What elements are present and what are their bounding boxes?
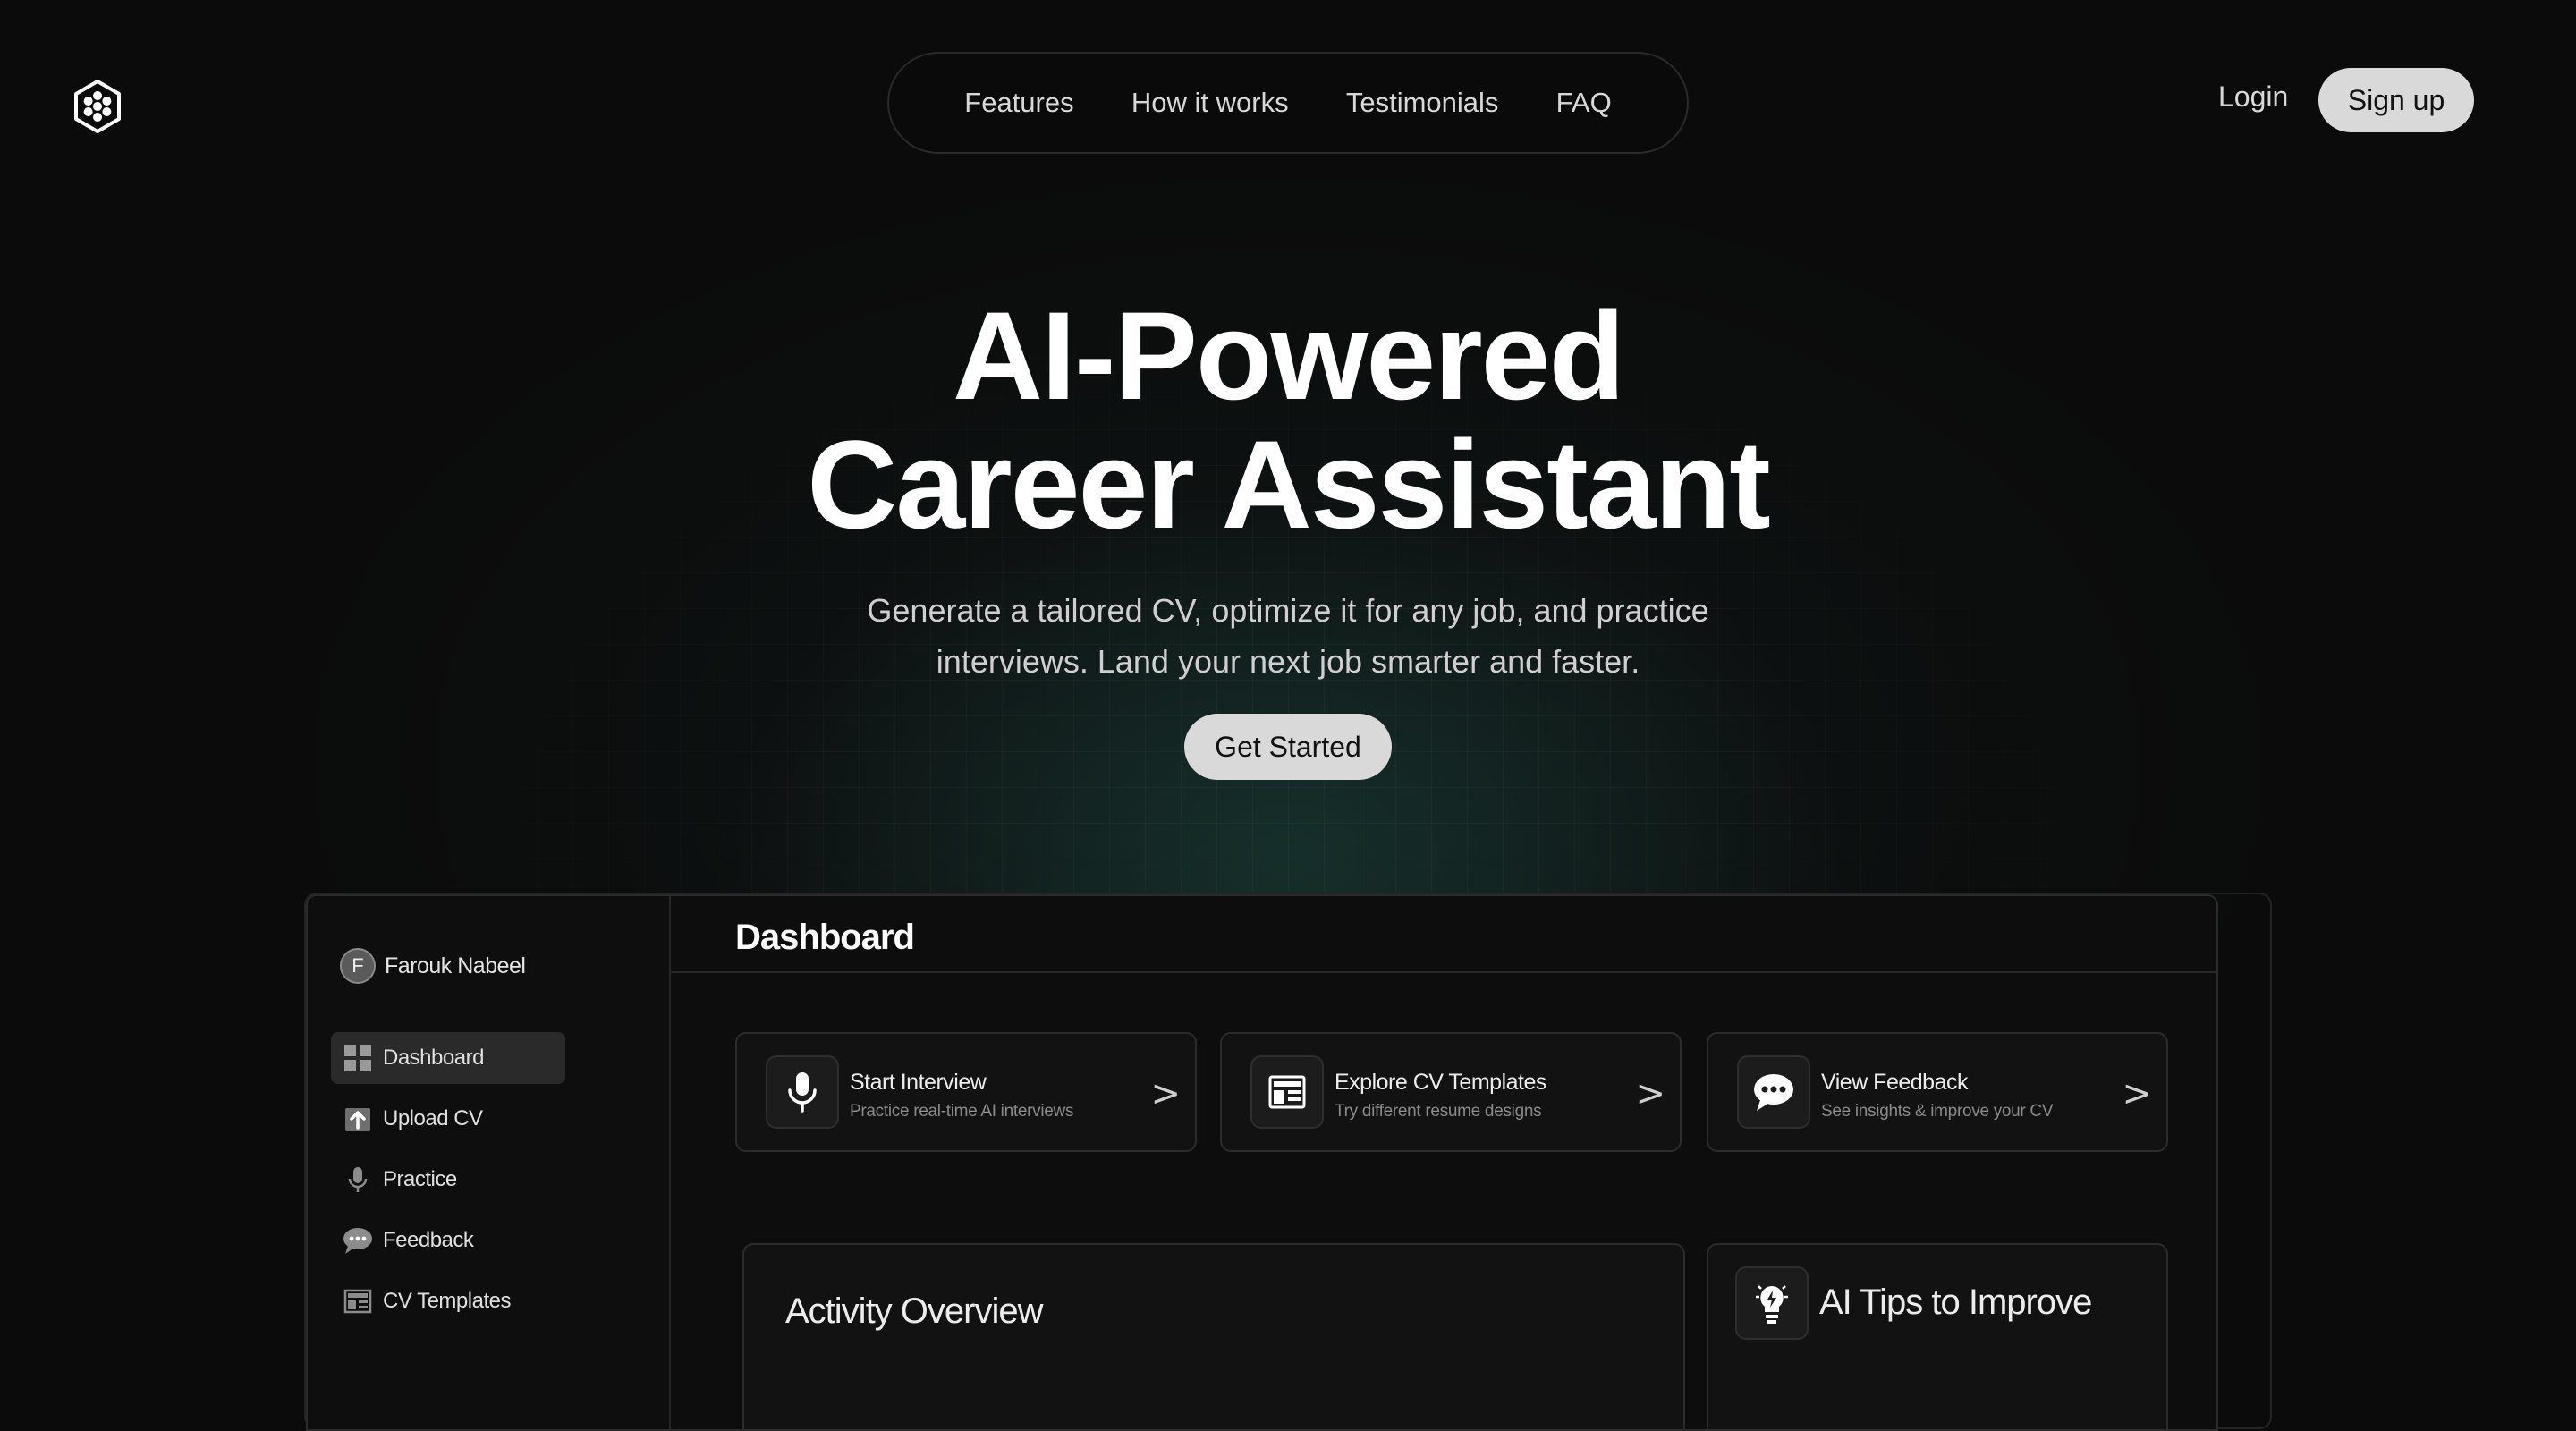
sidebar-item-label: CV Templates <box>383 1289 511 1313</box>
ai-tips-panel: AI Tips to Improve <box>1707 1243 2168 1429</box>
card-description: Try different resume designs <box>1335 1102 1542 1121</box>
card-title: Explore CV Templates <box>1335 1070 1546 1095</box>
sidebar-item-practice[interactable]: Practice <box>331 1154 565 1206</box>
sidebar-item-label: Upload CV <box>383 1106 483 1130</box>
microphone-icon <box>342 1164 374 1196</box>
dashboard-divider <box>669 971 2216 973</box>
sidebar-item-cv-templates[interactable]: CV Templates <box>331 1275 565 1327</box>
login-link[interactable]: Login <box>2218 80 2288 114</box>
activity-overview-title: Activity Overview <box>785 1291 1043 1331</box>
sidebar-item-label: Dashboard <box>383 1046 484 1070</box>
chevron-right-icon: > <box>1635 1073 1665 1114</box>
card-title: View Feedback <box>1821 1070 1968 1095</box>
sidebar-item-label: Feedback <box>383 1228 474 1252</box>
start-interview-card[interactable]: Start Interview Practice real-time AI in… <box>735 1032 1197 1152</box>
chevron-right-icon: > <box>2122 1073 2152 1114</box>
hero-subtitle: Generate a tailored CV, optimize it for … <box>805 585 1771 687</box>
card-description: See insights & improve your CV <box>1821 1102 2054 1121</box>
signup-button[interactable]: Sign up <box>2318 68 2474 132</box>
sidebar-item-feedback[interactable]: Feedback <box>331 1215 565 1266</box>
speech-bubble-icon <box>1737 1055 1810 1129</box>
avatar: F <box>340 948 376 984</box>
chevron-right-icon: > <box>1150 1073 1181 1114</box>
microphone-icon <box>766 1055 839 1129</box>
explore-cv-templates-card[interactable]: Explore CV Templates Try different resum… <box>1220 1032 1682 1152</box>
dashboard-title: Dashboard <box>735 918 915 957</box>
dashboard-preview: F Farouk Nabeel Dashboard Upload CV Prac… <box>306 894 2218 1431</box>
dashboard-sidebar: F Farouk Nabeel Dashboard Upload CV Prac… <box>308 896 671 1429</box>
grid-icon <box>342 1042 374 1074</box>
hero-subtitle-line1: Generate a tailored CV, optimize it for … <box>867 592 1709 629</box>
main-nav: Features How it works Testimonials FAQ <box>887 52 1689 154</box>
hero-title-line2: Career Assistant <box>807 414 1771 555</box>
user-profile[interactable]: F Farouk Nabeel <box>340 948 526 984</box>
ai-tips-title: AI Tips to Improve <box>1819 1283 2092 1322</box>
hero-title-line1: AI-Powered <box>952 285 1625 426</box>
logo-icon[interactable] <box>70 79 125 134</box>
nav-link-testimonials[interactable]: Testimonials <box>1346 87 1499 119</box>
speech-bubble-icon <box>342 1224 374 1257</box>
get-started-button[interactable]: Get Started <box>1184 714 1392 780</box>
nav-link-faq[interactable]: FAQ <box>1556 87 1612 119</box>
nav-link-how-it-works[interactable]: How it works <box>1131 87 1289 119</box>
nav-link-features[interactable]: Features <box>964 87 1073 119</box>
sidebar-item-label: Practice <box>383 1167 457 1191</box>
card-title: Start Interview <box>850 1070 987 1095</box>
user-name: Farouk Nabeel <box>385 953 526 978</box>
template-icon <box>342 1285 374 1317</box>
sidebar-item-dashboard[interactable]: Dashboard <box>331 1032 565 1084</box>
hero-subtitle-line2: interviews. Land your next job smarter a… <box>936 643 1640 680</box>
activity-overview-panel: Activity Overview <box>742 1243 1685 1429</box>
template-icon <box>1250 1055 1324 1129</box>
view-feedback-card[interactable]: View Feedback See insights & improve you… <box>1707 1032 2168 1152</box>
upload-icon <box>342 1103 374 1135</box>
card-description: Practice real-time AI interviews <box>850 1102 1074 1121</box>
lightbulb-icon <box>1735 1266 1809 1340</box>
sidebar-item-upload-cv[interactable]: Upload CV <box>331 1093 565 1145</box>
